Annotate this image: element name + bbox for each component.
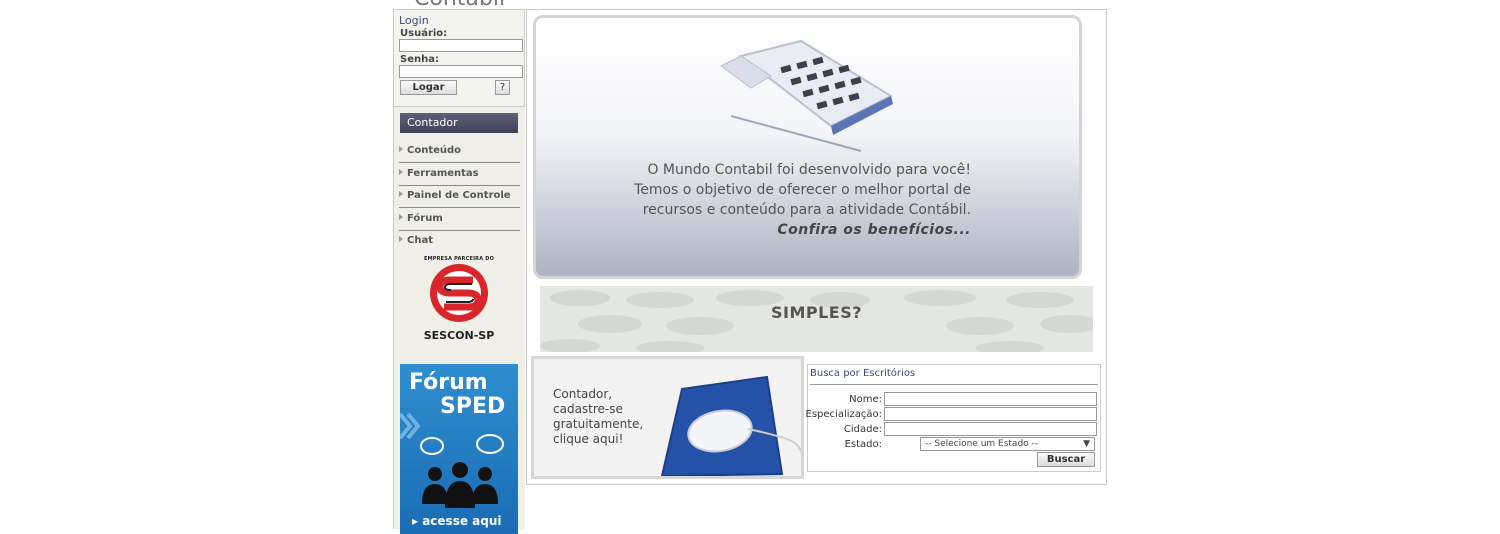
sidebar-item-chat[interactable]: Chat: [399, 231, 520, 252]
forum-banner-title: Fórum: [409, 370, 488, 395]
sidebar-item-label: Ferramentas: [407, 167, 479, 179]
signup-banner[interactable]: Contador, cadastre-se gratuitamente, cli…: [531, 356, 804, 479]
login-title: Login: [399, 14, 429, 27]
arrow-right-icon: [399, 236, 403, 242]
sidebar-header: Contador: [400, 113, 518, 133]
arrow-right-icon: [399, 213, 403, 220]
sidebar-item-ferramentas[interactable]: Ferramentas: [399, 164, 520, 186]
login-box: Login Usuário: Senha: Logar ?: [394, 9, 525, 107]
forum-banner-link[interactable]: ▸ acesse aqui: [412, 514, 502, 528]
name-input[interactable]: [884, 392, 1097, 406]
sidebar-item-label: Chat: [407, 235, 433, 246]
state-select[interactable]: -- Selecione um Estado -- ▼: [920, 437, 1095, 451]
mouse-icon: [660, 375, 801, 476]
city-label: Cidade:: [843, 424, 882, 435]
sidebar-item-label: Conteúdo: [407, 145, 462, 156]
left-sidebar: Login Usuário: Senha: Logar ? Contador C…: [393, 9, 525, 534]
people-icon: [422, 462, 498, 508]
help-button[interactable]: ?: [495, 80, 510, 95]
hero-line: Temos o objetivo de oferecer o melhor po…: [634, 182, 971, 198]
chevron-down-icon: ▼: [1083, 439, 1090, 449]
speech-bubble-icon: [476, 434, 504, 454]
simples-banner[interactable]: SIMPLES?: [540, 286, 1093, 352]
hero-banner[interactable]: O Mundo Contabil foi desenvolvido para v…: [533, 15, 1082, 279]
calculator-icon: [720, 39, 894, 152]
password-input[interactable]: [399, 65, 523, 78]
username-label: Usuário:: [400, 28, 448, 39]
signup-line: Contador,: [553, 387, 613, 401]
specialization-label: Especialização:: [805, 409, 882, 420]
hero-cta[interactable]: Confira os benefícios...: [634, 220, 971, 240]
signup-line: cadastre-se: [553, 402, 623, 416]
sidebar-item-label: Fórum: [407, 212, 443, 224]
divider: [810, 384, 1098, 385]
name-label: Nome:: [849, 394, 882, 405]
partner-name: SESCON-SP: [423, 329, 495, 342]
sescon-logo-icon: [430, 264, 488, 322]
arrow-right-icon: [399, 168, 403, 175]
password-label: Senha:: [400, 54, 439, 65]
sidebar-item-label: Painel de Controle: [407, 190, 511, 201]
hero-text: O Mundo Contabil foi desenvolvido para v…: [634, 160, 971, 240]
state-select-value: -- Selecione um Estado --: [925, 439, 1039, 449]
sidebar-item-forum[interactable]: Fórum: [399, 209, 520, 231]
sescon-partner-logo[interactable]: EMPRESA PARCEIRA DO SESCON-SP: [419, 256, 499, 346]
specialization-input[interactable]: [884, 407, 1097, 421]
simples-text: SIMPLES?: [770, 303, 863, 322]
username-input[interactable]: [399, 39, 523, 52]
signup-text: Contador, cadastre-se gratuitamente, cli…: [553, 387, 643, 447]
signup-line: gratuitamente,: [553, 417, 644, 431]
sidebar-item-painel-de-controle[interactable]: Painel de Controle: [399, 186, 520, 208]
sidebar-item-conteudo[interactable]: Conteúdo: [399, 141, 520, 163]
city-input[interactable]: [884, 422, 1097, 436]
hero-line: recursos e conteúdo para a atividade Con…: [642, 202, 971, 218]
signup-line: clique aqui!: [553, 432, 624, 446]
sidebar-menu: Conteúdo Ferramentas Painel de Controle …: [399, 141, 520, 253]
arrow-right-icon: [399, 191, 403, 197]
login-button[interactable]: Logar: [400, 80, 457, 95]
office-search-form: Busca por Escritórios Nome: Especializaç…: [805, 364, 1101, 472]
forum-sped-banner[interactable]: Fórum SPED ▸ acesse aqui: [400, 364, 518, 534]
hero-line: O Mundo Contabil foi desenvolvido para v…: [647, 162, 971, 178]
speech-bubble-icon: [420, 437, 444, 455]
arrow-right-icon: [399, 146, 403, 152]
office-search-title: Busca por Escritórios: [810, 368, 916, 379]
search-button[interactable]: Buscar: [1037, 452, 1095, 467]
forum-banner-art: [400, 412, 504, 508]
state-label: Estado:: [844, 439, 882, 450]
